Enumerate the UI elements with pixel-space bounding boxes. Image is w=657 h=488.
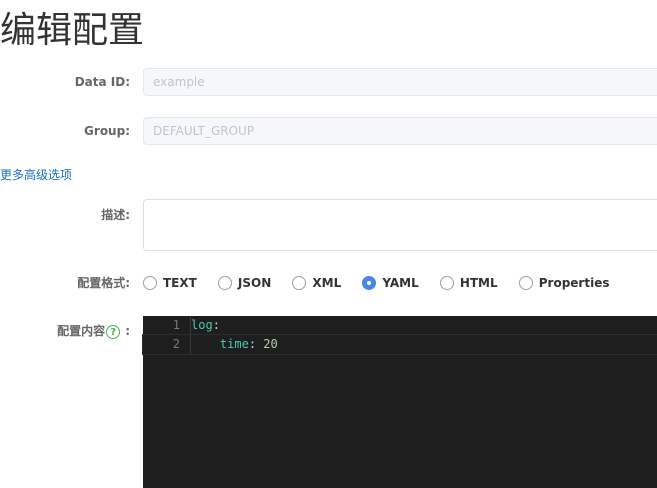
radio-button[interactable] bbox=[217, 275, 232, 290]
format-option-label: JSON bbox=[237, 275, 272, 290]
yaml-indent bbox=[191, 337, 220, 351]
format-option-yaml[interactable]: YAML bbox=[362, 275, 419, 290]
line-number: 2 bbox=[143, 335, 183, 354]
editor-line: 1 log: bbox=[143, 316, 657, 335]
radio-button[interactable] bbox=[292, 275, 307, 290]
line-number-text: 2 bbox=[172, 337, 180, 351]
content-label-text: 配置内容 bbox=[57, 324, 106, 338]
format-radio-group: TEXT JSON XML YAML HTML Properties bbox=[143, 272, 625, 290]
code-editor[interactable]: 1 log: 2 time: 20 bbox=[142, 316, 657, 488]
format-option-text[interactable]: TEXT bbox=[143, 275, 197, 290]
yaml-separator: : bbox=[212, 318, 220, 332]
format-option-json[interactable]: JSON bbox=[217, 275, 272, 290]
edit-config-page: 编辑配置 Data ID: example Group: DEFAULT_GRO… bbox=[0, 0, 657, 488]
advanced-options-link[interactable]: 更多高级选项 bbox=[0, 166, 72, 183]
format-option-label: XML bbox=[312, 275, 342, 290]
page-title: 编辑配置 bbox=[0, 10, 145, 51]
editor-line-current: 2 time: 20 bbox=[142, 334, 657, 355]
group-label: Group: bbox=[84, 124, 130, 138]
format-option-label: HTML bbox=[459, 275, 498, 290]
content-label-suffix: : bbox=[125, 324, 130, 338]
radio-button[interactable] bbox=[439, 275, 454, 290]
format-option-xml[interactable]: XML bbox=[292, 275, 342, 290]
description-label: 描述: bbox=[101, 208, 130, 222]
radio-button[interactable] bbox=[143, 275, 157, 290]
yaml-key: log bbox=[191, 318, 213, 332]
code-text: time: 20 bbox=[191, 335, 278, 354]
format-option-html[interactable]: HTML bbox=[439, 275, 498, 290]
format-option-label: Properties bbox=[538, 275, 610, 290]
line-number-text: 1 bbox=[172, 318, 180, 332]
description-textarea[interactable] bbox=[143, 199, 657, 251]
line-number: 1 bbox=[143, 316, 183, 335]
yaml-key: time bbox=[219, 337, 249, 351]
code-text: log: bbox=[191, 316, 220, 335]
format-label: 配置格式: bbox=[77, 276, 130, 290]
radio-button[interactable] bbox=[518, 275, 533, 290]
yaml-value: 20 bbox=[263, 337, 278, 351]
group-input[interactable]: DEFAULT_GROUP bbox=[143, 117, 657, 145]
format-option-label: TEXT bbox=[163, 275, 197, 290]
radio-button-selected[interactable] bbox=[362, 275, 377, 290]
data-id-label: Data ID: bbox=[74, 75, 130, 89]
data-id-input[interactable]: example bbox=[143, 68, 657, 96]
content-label: 配置内容?: bbox=[0, 322, 130, 339]
format-option-label: YAML bbox=[382, 275, 419, 290]
format-option-properties[interactable]: Properties bbox=[518, 275, 610, 290]
help-icon[interactable]: ? bbox=[106, 324, 121, 339]
yaml-separator: : bbox=[248, 337, 264, 351]
